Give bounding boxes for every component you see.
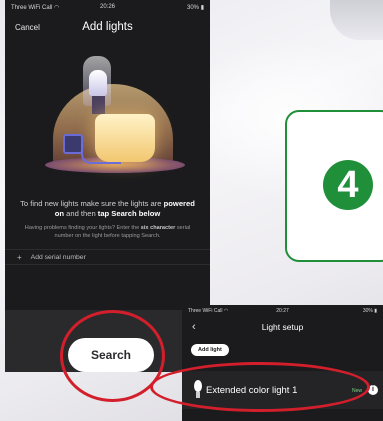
lamp-illustration xyxy=(5,44,210,189)
lamp-illustration-cable xyxy=(81,144,121,164)
status-bar: Three WiFi Call ◠ 20:27 30% ▮ xyxy=(182,305,383,317)
add-serial-number-row[interactable]: + Add serial number xyxy=(5,249,210,265)
serial-help-text: Having problems finding your lights? Ent… xyxy=(24,225,191,239)
add-serial-label: Add serial number xyxy=(30,253,86,261)
nav-bar: ‹ Light setup xyxy=(182,317,383,337)
lamp-illustration-stand xyxy=(92,96,105,114)
wifi-icon: ◠ xyxy=(223,308,229,314)
light-highlight-ring xyxy=(150,362,370,412)
background-lamp xyxy=(330,0,383,40)
battery-icon: ▮ xyxy=(374,308,377,314)
search-instructions: To find new lights make sure the lights … xyxy=(20,199,195,218)
lamp-illustration-plug xyxy=(63,134,83,154)
step-number: 4 xyxy=(323,160,373,210)
back-chevron-icon[interactable]: ‹ xyxy=(192,321,196,333)
add-light-button[interactable]: Add light xyxy=(191,344,229,356)
carrier-label: Three WiFi Call ◠ xyxy=(188,308,229,314)
battery-status: 30% ▮ xyxy=(362,308,377,314)
nav-bar: Cancel Add lights xyxy=(5,14,210,40)
status-time: 20:27 xyxy=(276,308,289,314)
status-bar: Three WiFi Call ◠ 20:26 30% ▮ xyxy=(5,0,210,14)
battery-status: 30% ▮ xyxy=(187,4,204,11)
status-time: 20:26 xyxy=(99,4,116,10)
page-title: Light setup xyxy=(261,322,304,332)
wifi-icon: ◠ xyxy=(54,4,60,11)
battery-icon: ▮ xyxy=(200,4,204,11)
plus-icon: + xyxy=(17,252,22,262)
page-title: Add lights xyxy=(82,21,133,33)
lamp-illustration-bulb xyxy=(89,70,107,96)
carrier-label: Three WiFi Call ◠ xyxy=(11,4,60,11)
cancel-button[interactable]: Cancel xyxy=(15,23,40,32)
